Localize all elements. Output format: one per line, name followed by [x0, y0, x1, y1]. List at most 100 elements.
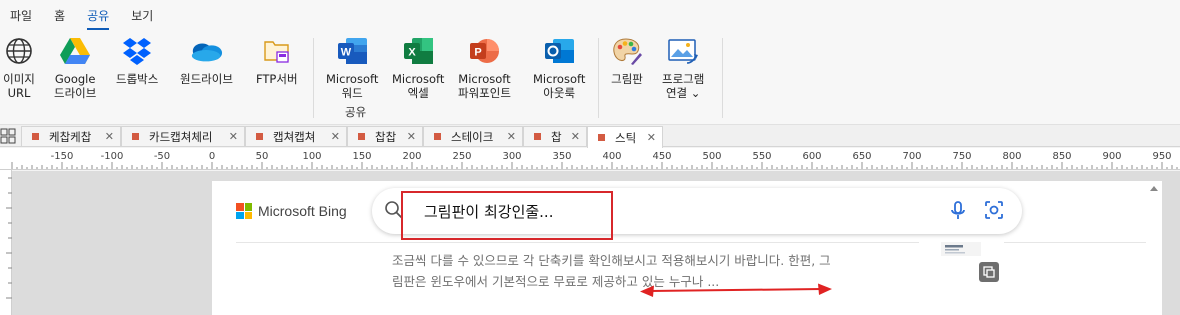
close-icon[interactable]: ✕ [229, 130, 238, 143]
bing-brand-text: Microsoft Bing [258, 203, 347, 219]
vertical-ruler-ticks [6, 177, 12, 299]
ribbon-separator [722, 38, 723, 118]
close-icon[interactable]: ✕ [571, 130, 580, 143]
google-drive-label-1: Google [54, 72, 96, 86]
ruler-tick-label: -150 [51, 151, 74, 162]
ruler-tick-label: 700 [902, 151, 921, 162]
outlook-button[interactable]: Microsoft 아웃룩 [533, 34, 585, 100]
menu-view[interactable]: 보기 [131, 3, 153, 28]
tab-color-dot [358, 133, 365, 140]
tab-color-dot [434, 133, 441, 140]
word-label-1: Microsoft [326, 72, 379, 86]
tab-label: 스테이크 [451, 129, 494, 144]
program-link-label-2: 연결 ⌄ [665, 86, 701, 100]
paint-palette-icon [610, 34, 644, 68]
powerpoint-button[interactable]: P Microsoft 파워포인트 [458, 34, 511, 100]
divider [236, 242, 1146, 243]
ruler-tick-label: 450 [652, 151, 671, 162]
paint-label: 그림판 [611, 72, 643, 86]
ruler-tick-label: 750 [952, 151, 971, 162]
paint-button[interactable]: 그림판 [610, 34, 644, 86]
tab-document[interactable]: 찹 ✕ [523, 126, 587, 146]
program-link-label-1: 프로그램 [662, 72, 705, 86]
tab-label: 케찹케찹 [49, 129, 92, 144]
vertical-ruler [0, 170, 12, 315]
image-url-label-1: 이미지 [3, 72, 35, 86]
tab-document[interactable]: 캡쳐캡쳐 ✕ [245, 126, 347, 146]
word-button[interactable]: W Microsoft 워드 [326, 34, 378, 100]
tab-document[interactable]: 스테이크 ✕ [423, 126, 523, 146]
visual-search-icon[interactable] [984, 200, 1004, 224]
powerpoint-label-1: Microsoft [458, 72, 511, 86]
share-group-label: 공유 [345, 105, 367, 119]
ruler-tick-label: 550 [752, 151, 771, 162]
ruler-tick-label: 200 [402, 151, 421, 162]
tab-color-dot [132, 133, 139, 140]
ruler-tick-label: 850 [1052, 151, 1071, 162]
red-double-arrow-annotation [640, 283, 832, 303]
onedrive-label: 원드라이브 [180, 72, 233, 86]
dropbox-button[interactable]: 드롭박스 [116, 34, 158, 86]
program-link-icon [666, 34, 700, 68]
expand-image-icon[interactable] [979, 262, 999, 282]
page-scrollbar[interactable] [1147, 181, 1162, 315]
excel-button[interactable]: X Microsoft 엑셀 [392, 34, 444, 100]
ruler-tick-label: 300 [502, 151, 521, 162]
ruler-tick-label: 0 [209, 151, 215, 162]
ftp-folder-icon [260, 34, 294, 68]
menu-file[interactable]: 파일 [10, 3, 32, 28]
horizontal-ruler: -150 -100 -50 0 50 100 150 200 250 300 350 400 450 50… [0, 148, 1180, 170]
tab-document[interactable]: 케찹케찹 ✕ [21, 126, 121, 146]
close-icon[interactable]: ✕ [331, 130, 340, 143]
menu-share[interactable]: 공유 [87, 3, 110, 30]
tab-color-dot [534, 133, 541, 140]
ruler-tick-label: 50 [256, 151, 269, 162]
microphone-icon[interactable] [949, 200, 967, 226]
svg-text:X: X [409, 47, 417, 59]
powerpoint-icon: P [467, 34, 501, 68]
google-drive-icon [58, 34, 92, 68]
tab-label: 카드캡쳐체리 [149, 129, 213, 144]
microsoft-logo-icon [236, 203, 252, 219]
scroll-up-arrow-icon[interactable] [1150, 186, 1158, 191]
menu-home[interactable]: 홈 [54, 3, 65, 28]
close-icon[interactable]: ✕ [105, 130, 114, 143]
tab-color-dot [256, 133, 263, 140]
tab-document[interactable]: 카드캡쳐체리 ✕ [121, 126, 245, 146]
excel-icon: X [401, 34, 435, 68]
tab-color-dot [598, 134, 605, 141]
ruler-tick-label: 400 [602, 151, 621, 162]
outlook-label-1: Microsoft [533, 72, 586, 86]
program-link-button[interactable]: 프로그램 연결 ⌄ [662, 34, 704, 100]
dropbox-icon [120, 34, 154, 68]
google-drive-button[interactable]: Google 드라이브 [54, 34, 96, 100]
tab-label: 캡쳐캡쳐 [273, 129, 316, 144]
bing-logo[interactable]: Microsoft Bing [236, 203, 347, 219]
ftp-label: FTP서버 [256, 72, 298, 86]
image-url-button[interactable]: 이미지 URL [2, 34, 36, 100]
ruler-tick-label: 250 [452, 151, 471, 162]
ribbon-separator [598, 38, 599, 118]
close-icon[interactable]: ✕ [407, 130, 416, 143]
search-query-text[interactable]: 그림판이 최강인줄... [424, 201, 553, 222]
tab-label: 찹 [551, 129, 562, 144]
excel-label-2: 엑셀 [407, 86, 429, 100]
dropbox-label: 드롭박스 [116, 72, 159, 86]
tab-grid-icon[interactable] [0, 128, 16, 144]
close-icon[interactable]: ✕ [647, 131, 656, 144]
close-icon[interactable]: ✕ [507, 130, 516, 143]
svg-text:W: W [341, 47, 352, 59]
ruler-ticks: -150 -100 -50 0 50 100 150 200 250 300 350 400 450 50… [11, 151, 1178, 169]
ftp-button[interactable]: FTP서버 [256, 34, 298, 86]
ribbon: 이미지 URL Google 드라이브 드롭박스 원드라이브 FTP서버 W M… [0, 30, 1180, 125]
ruler-tick-label: 150 [352, 151, 371, 162]
google-drive-label-2: 드라이브 [54, 86, 97, 100]
ruler-tick-label: 500 [702, 151, 721, 162]
tab-document[interactable]: 찹찹 ✕ [347, 126, 423, 146]
onedrive-button[interactable]: 원드라이브 [180, 34, 233, 86]
outlook-label-2: 아웃룩 [543, 86, 576, 100]
ruler-tick-label: 600 [802, 151, 821, 162]
tab-document-active[interactable]: 스틱 ✕ [587, 126, 663, 148]
ruler-tick-label: 350 [552, 151, 571, 162]
document-tab-bar: 케찹케찹 ✕ 카드캡쳐체리 ✕ 캡쳐캡쳐 ✕ 찹찹 ✕ 스테이크 ✕ 찹 ✕ 스틱 ✕ [0, 125, 1180, 148]
